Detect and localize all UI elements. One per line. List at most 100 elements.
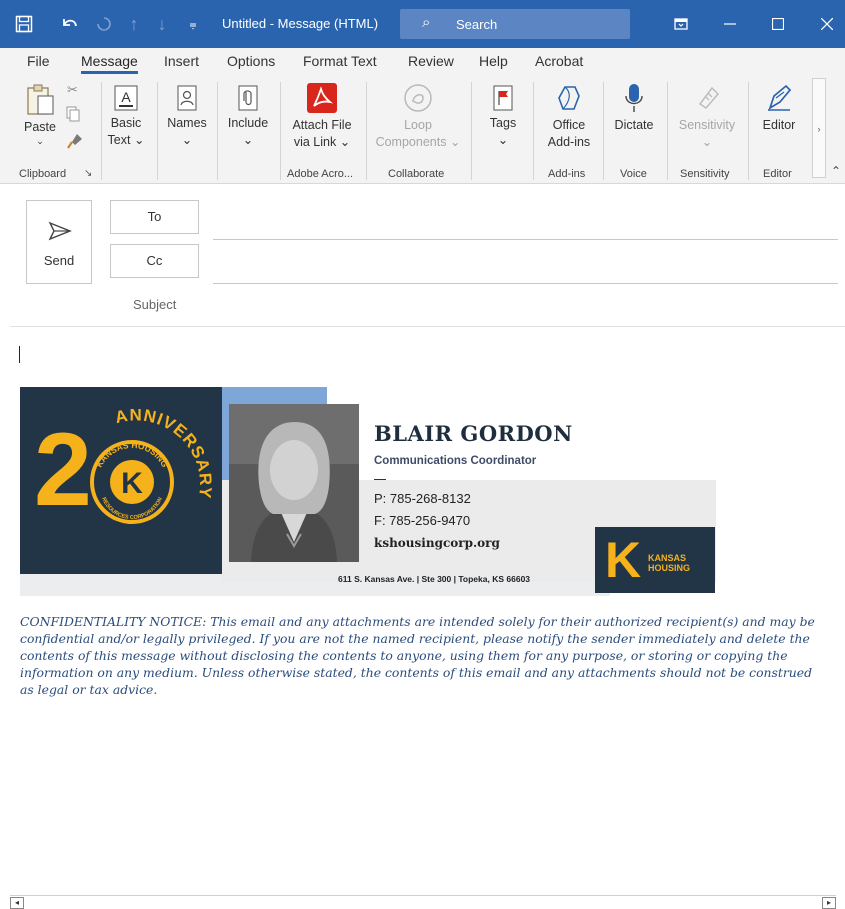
ribbon-display-icon[interactable] [666, 10, 696, 38]
signature-website[interactable]: kshousingcorp.org [374, 536, 500, 550]
signature-job-title: Communications Coordinator [374, 455, 537, 467]
send-label: Send [43, 253, 75, 268]
group-collaborate-label: Collaborate [388, 168, 445, 180]
tab-insert[interactable]: Insert [164, 53, 199, 69]
profile-photo [229, 404, 359, 562]
paperclip-icon [238, 85, 258, 111]
scroll-right-icon[interactable]: ▸ [822, 897, 836, 909]
redo-icon [92, 10, 116, 38]
dictate-label: Dictate [614, 118, 654, 132]
format-painter-icon[interactable] [66, 132, 84, 150]
paste-icon [27, 84, 54, 115]
editor-pen-icon [768, 84, 792, 111]
scroll-left-icon[interactable]: ◂ [10, 897, 24, 909]
copy-icon[interactable] [65, 106, 81, 122]
loop-label: Loop [404, 118, 432, 132]
header-divider [10, 326, 845, 327]
microphone-icon [625, 84, 643, 112]
flag-icon [493, 85, 513, 111]
sensitivity-button: Sensitivity ⌄ [672, 82, 742, 151]
anniversary-number: 2 [34, 412, 92, 528]
paste-button[interactable]: Paste ⌄ [20, 82, 60, 146]
kansas-housing-wordmark: KANSAS HOUSING [648, 553, 690, 573]
adobe-pdf-icon [307, 83, 337, 113]
anniversary-panel: 2 K KANSAS HOUSING RESOURCES CORPORATION… [20, 387, 222, 574]
chevron-down-icon: ⌄ [701, 135, 713, 149]
ribbon-divider [366, 82, 367, 180]
text-cursor [19, 346, 20, 363]
ribbon-divider [101, 82, 102, 180]
tab-review[interactable]: Review [408, 53, 454, 69]
loop-label2: Components [375, 135, 447, 149]
names-label: Names [167, 116, 207, 130]
ribbon-scroll-right-icon[interactable]: › [812, 78, 826, 178]
ribbon-divider [748, 82, 749, 180]
save-icon[interactable] [12, 10, 36, 38]
office-add-ins-button[interactable]: Office Add-ins [540, 82, 598, 151]
include-label: Include [227, 116, 269, 130]
to-button[interactable]: To [110, 200, 199, 234]
paste-label: Paste [24, 120, 56, 134]
kansas-housing-k-mark: K [605, 532, 642, 588]
send-button[interactable]: Send [26, 200, 92, 284]
tab-help[interactable]: Help [479, 53, 508, 69]
cut-icon[interactable]: ✂ [67, 82, 78, 98]
group-clipboard-label: Clipboard [19, 168, 67, 180]
tags-button[interactable]: Tags ⌄ [480, 84, 526, 149]
up-arrow-icon: ↑ [129, 13, 139, 34]
maximize-button[interactable] [763, 10, 793, 38]
undo-icon[interactable] [58, 10, 82, 38]
group-sensitivity-label: Sensitivity [680, 168, 730, 180]
sensitivity-label: Sensitivity [678, 118, 736, 132]
dictate-button[interactable]: Dictate [607, 82, 661, 134]
to-field[interactable] [213, 239, 838, 240]
ribbon-divider [533, 82, 534, 180]
collapse-ribbon-icon[interactable]: ⌃ [831, 164, 841, 178]
cc-button[interactable]: Cc [110, 244, 199, 278]
kansas-housing-logo: K KANSAS HOUSING [595, 527, 715, 593]
signature-divider [374, 479, 386, 480]
minimize-button[interactable] [715, 10, 745, 38]
office-add-ins-label2: Add-ins [547, 135, 591, 149]
attach-file-via-link-button[interactable]: Attach File via Link ⌄ [285, 82, 359, 151]
editor-button[interactable]: Editor [754, 82, 804, 134]
address-book-icon [177, 85, 197, 111]
signature-address: 611 S. Kansas Ave. | Ste 300 | Topeka, K… [338, 574, 531, 584]
dialog-launcher-icon[interactable]: ↘ [84, 168, 92, 179]
add-ins-icon [558, 86, 580, 110]
close-button[interactable] [812, 10, 842, 38]
window-title: Untitled - Message (HTML) [222, 16, 379, 31]
svg-text:A: A [121, 89, 131, 105]
customize-icon[interactable]: ⩦ [181, 10, 205, 38]
tab-message[interactable]: Message [81, 53, 138, 74]
loop-icon [404, 84, 432, 112]
horizontal-scrollbar[interactable]: ◂ ▸ [10, 895, 836, 909]
loop-components-button: Loop Components ⌄ [370, 82, 466, 151]
search-icon: ⌕ [422, 14, 431, 31]
ribbon-divider [667, 82, 668, 180]
basic-text-label2: Text [107, 133, 131, 147]
signature-phone: P: 785-268-8132 [374, 491, 471, 506]
signature-name: BLAIR GORDON [374, 421, 573, 446]
basic-text-label: Basic [110, 116, 142, 130]
include-button[interactable]: Include ⌄ [224, 84, 272, 149]
cc-field[interactable] [213, 283, 838, 284]
group-voice-label: Voice [620, 168, 647, 180]
tab-acrobat[interactable]: Acrobat [535, 53, 583, 69]
basic-text-icon: A [114, 85, 138, 111]
basic-text-button[interactable]: A Basic Text ⌄ [103, 84, 149, 149]
chevron-down-icon: ⌄ [242, 133, 254, 147]
names-button[interactable]: Names ⌄ [164, 84, 210, 149]
email-signature: 2 K KANSAS HOUSING RESOURCES CORPORATION… [20, 387, 716, 597]
tab-file[interactable]: File [27, 53, 50, 69]
attach-file-label: Attach File [292, 118, 352, 132]
tab-options[interactable]: Options [227, 53, 275, 69]
group-adobe-label: Adobe Acro... [287, 168, 354, 180]
chevron-down-icon: ⌄ [181, 133, 193, 147]
chevron-down-icon: ⌄ [36, 136, 44, 146]
tab-format-text[interactable]: Format Text [303, 53, 377, 69]
editor-label: Editor [762, 118, 796, 132]
chevron-down-icon: ⌄ [449, 135, 461, 149]
group-editor-label: Editor [763, 168, 792, 180]
search-box[interactable]: ⌕ Search [400, 9, 630, 39]
